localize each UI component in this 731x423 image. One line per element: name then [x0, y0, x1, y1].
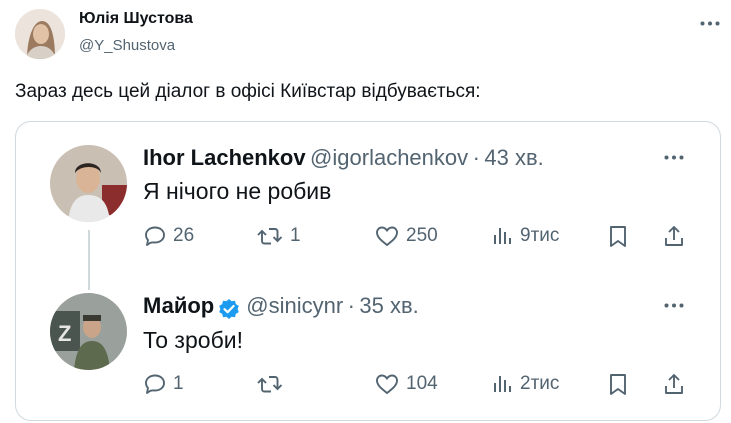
- tweet-header-ihor: Ihor Lachenkov @igorlachenkov · 43 хв.: [143, 145, 544, 171]
- share-icon: [665, 374, 683, 394]
- reply-count: 1: [173, 373, 184, 394]
- tweet-header-major: Майор @sinicynr · 35 хв.: [143, 293, 419, 320]
- time-separator: ·: [347, 293, 355, 318]
- tweet-text: Я нічого не робив: [143, 178, 332, 204]
- verified-badge-icon[interactable]: [218, 298, 240, 320]
- repost-icon: [257, 228, 283, 245]
- like-count: 250: [406, 225, 438, 246]
- reply-icon: [145, 374, 165, 394]
- svg-text:Z: Z: [58, 321, 71, 346]
- tweet-author-handle[interactable]: @sinicynr: [246, 293, 343, 318]
- views-button[interactable]: 2тис: [490, 372, 559, 396]
- heart-icon: [376, 226, 398, 247]
- bookmark-icon: [610, 374, 626, 395]
- tweet-avatar-ihor[interactable]: [50, 145, 127, 222]
- reply-icon: [145, 226, 165, 246]
- reply-button[interactable]: 1: [143, 372, 184, 396]
- post-text: Зараз десь цей діалог в офісі Київстар в…: [15, 81, 481, 102]
- tweet-avatar-major[interactable]: Z: [50, 293, 127, 370]
- tweet-more-icon[interactable]: [661, 148, 687, 166]
- bookmark-icon: [610, 226, 626, 247]
- tweet-author-name[interactable]: Ihor Lachenkov: [143, 145, 306, 170]
- like-count: 104: [406, 373, 438, 394]
- share-button[interactable]: [663, 224, 685, 248]
- tweet-author-name[interactable]: Майор: [143, 293, 214, 318]
- tweet-time[interactable]: 43 хв.: [484, 145, 543, 170]
- repost-icon: [257, 376, 283, 393]
- views-icon: [494, 228, 511, 244]
- reply-button[interactable]: 26: [143, 224, 194, 248]
- time-separator: ·: [472, 145, 480, 170]
- repost-button[interactable]: [256, 372, 290, 396]
- bookmark-button[interactable]: [607, 372, 629, 396]
- like-button[interactable]: 104: [374, 372, 438, 396]
- repost-button[interactable]: 1: [256, 224, 301, 248]
- views-count: 9тис: [520, 225, 560, 246]
- tweet-more-icon[interactable]: [661, 296, 687, 314]
- share-icon: [665, 226, 683, 246]
- tweet-text: То зроби!: [143, 327, 243, 353]
- views-button[interactable]: 9тис: [490, 224, 559, 248]
- thread-connector-line: [88, 230, 90, 290]
- heart-icon: [376, 374, 398, 395]
- author-handle[interactable]: @Y_Shustova: [79, 37, 175, 54]
- views-count: 2тис: [520, 373, 560, 394]
- like-button[interactable]: 250: [374, 224, 438, 248]
- author-name[interactable]: Юлія Шустова: [79, 10, 193, 28]
- more-options-icon[interactable]: [697, 14, 723, 32]
- tweet-author-handle[interactable]: @igorlachenkov: [310, 145, 468, 170]
- repost-count: 1: [290, 225, 301, 246]
- author-avatar[interactable]: [15, 9, 65, 59]
- views-icon: [494, 376, 511, 392]
- reply-count: 26: [173, 225, 195, 246]
- share-button[interactable]: [663, 372, 685, 396]
- tweet-time[interactable]: 35 хв.: [359, 293, 418, 318]
- bookmark-button[interactable]: [607, 224, 629, 248]
